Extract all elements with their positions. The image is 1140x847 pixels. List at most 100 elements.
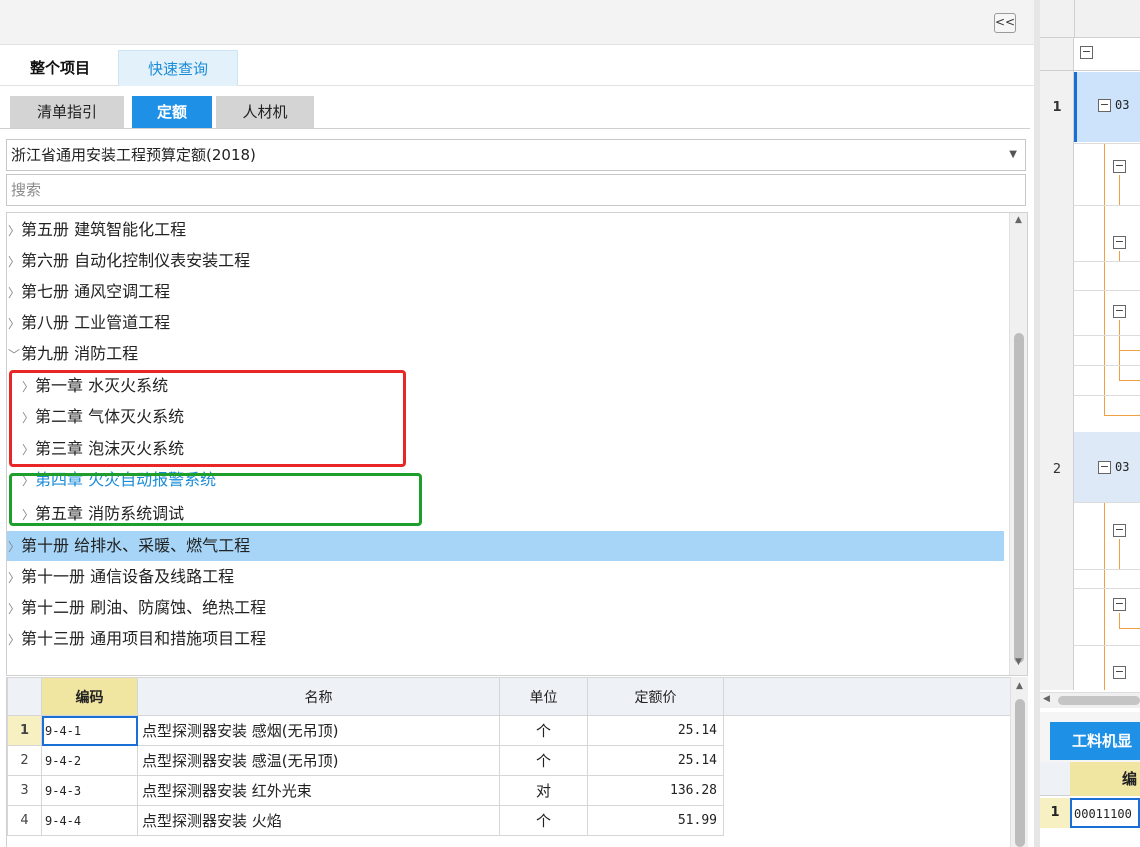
horizontal-scrollbar-thumb[interactable] xyxy=(1058,696,1140,705)
tree-node[interactable]: 〉第十一册 通信设备及线路工程 xyxy=(7,562,1004,592)
tree-node-label: 第四章 火灾自动报警系统 xyxy=(35,470,217,489)
tree-node-label: 第七册 通风空调工程 xyxy=(21,282,171,301)
cell-price[interactable]: 25.14 xyxy=(587,715,724,746)
collapse-icon[interactable]: − xyxy=(1113,524,1126,537)
cell-name[interactable]: 点型探测器安装 感温(无吊顶) xyxy=(137,745,500,776)
collapse-icon[interactable]: − xyxy=(1113,598,1126,611)
chevron-right-icon: 〉 xyxy=(21,474,34,488)
tree-node[interactable]: 〉第十三册 通用项目和措施项目工程 xyxy=(7,624,1004,654)
row-number-header xyxy=(7,677,42,716)
cell-unit[interactable]: 个 xyxy=(499,715,588,746)
scroll-up-icon[interactable]: ▲ xyxy=(1010,215,1027,231)
collapse-icon[interactable]: − xyxy=(1113,236,1126,249)
cell-price[interactable]: 51.99 xyxy=(587,805,724,836)
tree-node-label: 第十二册 刷油、防腐蚀、绝热工程 xyxy=(21,598,267,617)
tree-node-selected[interactable]: 〉第十册 给排水、采暖、燃气工程 xyxy=(7,531,1004,561)
column-header-code[interactable]: 编 xyxy=(1070,762,1140,796)
tree-node[interactable]: 〉第八册 工业管道工程 xyxy=(7,308,1004,338)
tree-scrollbar[interactable]: ▲ ▼ xyxy=(1009,213,1027,675)
cell-unit[interactable]: 对 xyxy=(499,775,588,806)
tree-node-label: 第一章 水灭火系统 xyxy=(35,376,169,395)
tree-node-label: 第二章 气体灭火系统 xyxy=(35,407,185,426)
chevron-right-icon: 〉 xyxy=(7,317,20,331)
tab-labor-material-display[interactable]: 工料机显 xyxy=(1050,722,1140,760)
scope-tab-bar: 整个项目 快速查询 xyxy=(0,50,1034,86)
chevron-right-icon: 〉 xyxy=(7,602,20,616)
tree-node[interactable]: 〉第十二册 刷油、防腐蚀、绝热工程 xyxy=(7,593,1004,623)
cell-name[interactable]: 点型探测器安装 火焰 xyxy=(137,805,500,836)
row-number: 1 xyxy=(1052,100,1062,115)
quota-chapter-tree: 〉第五册 建筑智能化工程 〉第六册 自动化控制仪表安装工程 〉第七册 通风空调工… xyxy=(6,212,1028,676)
cell-price[interactable]: 136.28 xyxy=(587,775,724,806)
collapse-icon[interactable]: − xyxy=(1113,160,1126,173)
chevron-right-icon: 〉 xyxy=(7,633,20,647)
collapse-all-icon[interactable]: − xyxy=(1080,46,1093,59)
tree-node[interactable]: 〉第五册 建筑智能化工程 xyxy=(7,215,1004,245)
cell-code[interactable]: 9-4-2 xyxy=(41,745,138,776)
chevron-right-icon: 〉 xyxy=(21,380,34,394)
table-scrollbar[interactable]: ▲ xyxy=(1010,677,1028,847)
tab-underline xyxy=(0,128,1030,129)
tree-child-node[interactable]: 〉第三章 泡沫灭火系统 xyxy=(7,434,1004,464)
row-number: 3 xyxy=(7,775,42,806)
tree-child-node[interactable]: 〉第一章 水灭火系统 xyxy=(7,371,1004,401)
tree-child-node[interactable]: 〉第五章 消防系统调试 xyxy=(7,499,1004,529)
tab-whole-project[interactable]: 整个项目 xyxy=(10,50,110,86)
chevron-right-icon: 〉 xyxy=(21,508,34,522)
row-code: 03 xyxy=(1115,98,1130,112)
quota-items-grid: 编码 名称 单位 定额价 1 9-4-1 点型探测器安装 感烟(无吊顶) 个 2… xyxy=(6,677,1028,847)
row-code: 03 xyxy=(1115,460,1130,474)
tree-node[interactable]: 〉第六册 自动化控制仪表安装工程 xyxy=(7,246,1004,276)
tab-list-guide[interactable]: 清单指引 xyxy=(10,96,124,129)
cell-code[interactable]: 9-4-4 xyxy=(41,805,138,836)
column-header-unit[interactable]: 单位 xyxy=(499,677,588,716)
cell-unit[interactable]: 个 xyxy=(499,805,588,836)
cell-price[interactable]: 25.14 xyxy=(587,745,724,776)
cell-empty xyxy=(724,806,1012,836)
tree-grid-header xyxy=(1040,0,1140,38)
column-header-name[interactable]: 名称 xyxy=(137,677,500,716)
tab-quota[interactable]: 定额 xyxy=(132,96,212,129)
column-header-code[interactable]: 编码 xyxy=(41,677,138,716)
tree-child-node-active[interactable]: 〉第四章 火灾自动报警系统 xyxy=(7,469,1004,491)
scroll-down-icon[interactable]: ▼ xyxy=(1010,657,1027,673)
row-number: 1 xyxy=(7,715,42,746)
table-row[interactable]: 3 9-4-3 点型探测器安装 红外光束 对 136.28 xyxy=(7,775,1012,806)
tree-child-node[interactable]: 〉第二章 气体灭火系统 xyxy=(7,402,1004,432)
chevron-right-icon: 〉 xyxy=(21,411,34,425)
collapse-panel-button[interactable]: << xyxy=(994,13,1016,33)
tab-labor-material-machine[interactable]: 人材机 xyxy=(216,96,314,129)
cell-code[interactable]: 00011100 xyxy=(1070,798,1140,828)
cell-name[interactable]: 点型探测器安装 红外光束 xyxy=(137,775,500,806)
cell-unit[interactable]: 个 xyxy=(499,745,588,776)
tree-node[interactable]: 〉第七册 通风空调工程 xyxy=(7,277,1004,307)
table-row[interactable]: 2 9-4-2 点型探测器安装 感温(无吊顶) 个 25.14 xyxy=(7,745,1012,776)
cell-code[interactable]: 9-4-1 xyxy=(41,715,138,746)
chevron-right-icon: 〉 xyxy=(7,286,20,300)
collapse-icon[interactable]: − xyxy=(1113,666,1126,679)
chevron-right-icon: 〉 xyxy=(7,255,20,269)
search-input[interactable] xyxy=(6,174,1026,206)
column-header-price[interactable]: 定额价 xyxy=(587,677,724,716)
tree-node-label: 第九册 消防工程 xyxy=(21,344,139,363)
chevron-right-icon: 〉 xyxy=(7,571,20,585)
horizontal-scrollbar[interactable]: ◀ xyxy=(1040,692,1140,708)
collapse-icon[interactable]: − xyxy=(1098,99,1111,112)
table-row[interactable]: 4 9-4-4 点型探测器安装 火焰 个 51.99 xyxy=(7,805,1012,836)
collapse-icon[interactable]: − xyxy=(1113,305,1126,318)
tree-scrollbar-thumb[interactable] xyxy=(1014,333,1024,663)
scroll-left-icon[interactable]: ◀ xyxy=(1043,694,1050,704)
tab-quick-query[interactable]: 快速查询 xyxy=(118,50,238,86)
quota-library-select[interactable]: 浙江省通用安装工程预算定额(2018) ▼ xyxy=(6,139,1026,171)
resource-grid: 编 1 00011100 xyxy=(1040,762,1140,847)
cell-name[interactable]: 点型探测器安装 感烟(无吊顶) xyxy=(137,715,500,746)
tree-node-expanded[interactable]: ﹀第九册 消防工程 xyxy=(7,339,1004,369)
table-header-row: 编码 名称 单位 定额价 xyxy=(7,677,1012,716)
quota-items-table: 编码 名称 单位 定额价 1 9-4-1 点型探测器安装 感烟(无吊顶) 个 2… xyxy=(7,677,1012,836)
scroll-up-icon[interactable]: ▲ xyxy=(1011,681,1028,691)
table-scrollbar-thumb[interactable] xyxy=(1015,699,1025,847)
collapse-icon[interactable]: − xyxy=(1098,461,1111,474)
table-row[interactable]: 1 9-4-1 点型探测器安装 感烟(无吊顶) 个 25.14 xyxy=(7,715,1012,746)
row-number: 2 xyxy=(7,745,42,776)
cell-code[interactable]: 9-4-3 xyxy=(41,775,138,806)
